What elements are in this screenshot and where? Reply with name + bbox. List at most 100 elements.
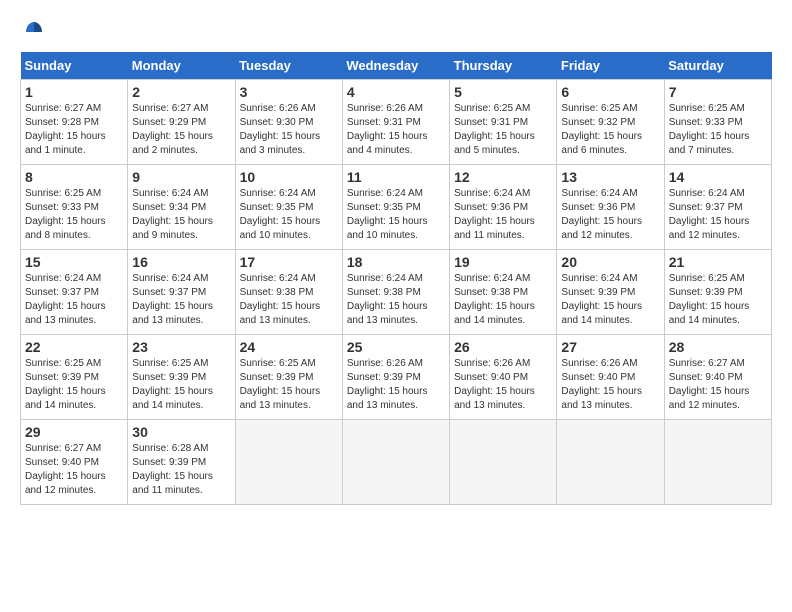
calendar-day-cell — [450, 420, 557, 505]
calendar-day-cell: 25 Sunrise: 6:26 AMSunset: 9:39 PMDayligh… — [342, 335, 449, 420]
day-info: Sunrise: 6:26 AMSunset: 9:31 PMDaylight:… — [347, 102, 445, 158]
day-number: 3 — [240, 84, 338, 100]
day-number: 29 — [25, 424, 123, 440]
day-info: Sunrise: 6:26 AMSunset: 9:40 PMDaylight:… — [454, 357, 552, 413]
day-number: 19 — [454, 254, 552, 270]
day-number: 9 — [132, 169, 230, 185]
day-number: 17 — [240, 254, 338, 270]
calendar-day-cell — [342, 420, 449, 505]
page-header — [20, 20, 772, 44]
day-number: 5 — [454, 84, 552, 100]
day-info: Sunrise: 6:25 AMSunset: 9:39 PMDaylight:… — [240, 357, 338, 413]
calendar-day-cell: 10Sunrise: 6:24 AMSunset: 9:35 PMDayligh… — [235, 165, 342, 250]
calendar-day-cell: 9 Sunrise: 6:24 AMSunset: 9:34 PMDaylight… — [128, 165, 235, 250]
day-number: 25 — [347, 339, 445, 355]
calendar-day-cell: 22 Sunrise: 6:25 AMSunset: 9:39 PMDayligh… — [21, 335, 128, 420]
calendar-day-cell: 21Sunrise: 6:25 AMSunset: 9:39 PMDayligh… — [664, 250, 771, 335]
weekday-header: Tuesday — [235, 52, 342, 80]
weekday-header: Sunday — [21, 52, 128, 80]
day-info: Sunrise: 6:24 AMSunset: 9:37 PMDaylight:… — [25, 272, 123, 328]
day-info: Sunrise: 6:24 AMSunset: 9:34 PMDaylight:… — [132, 187, 230, 243]
day-number: 11 — [347, 169, 445, 185]
day-number: 6 — [561, 84, 659, 100]
calendar-day-cell: 23Sunrise: 6:25 AMSunset: 9:39 PMDayligh… — [128, 335, 235, 420]
calendar-day-cell: 20Sunrise: 6:24 AMSunset: 9:39 PMDayligh… — [557, 250, 664, 335]
day-number: 8 — [25, 169, 123, 185]
weekday-header: Saturday — [664, 52, 771, 80]
day-info: Sunrise: 6:27 AMSunset: 9:29 PMDaylight:… — [132, 102, 230, 158]
day-number: 1 — [25, 84, 123, 100]
day-number: 28 — [669, 339, 767, 355]
calendar-day-cell: 11 Sunrise: 6:24 AMSunset: 9:35 PMDayligh… — [342, 165, 449, 250]
calendar-day-cell — [664, 420, 771, 505]
day-info: Sunrise: 6:27 AMSunset: 9:40 PMDaylight:… — [25, 442, 123, 498]
day-number: 18 — [347, 254, 445, 270]
calendar-day-cell: 16 Sunrise: 6:24 AMSunset: 9:37 PMDayligh… — [128, 250, 235, 335]
calendar-day-cell: 18 Sunrise: 6:24 AMSunset: 9:38 PMDayligh… — [342, 250, 449, 335]
calendar-day-cell: 14 Sunrise: 6:24 AMSunset: 9:37 PMDayligh… — [664, 165, 771, 250]
day-number: 16 — [132, 254, 230, 270]
day-info: Sunrise: 6:24 AMSunset: 9:35 PMDaylight:… — [240, 187, 338, 243]
logo — [20, 20, 46, 44]
day-number: 21 — [669, 254, 767, 270]
calendar-day-cell: 4 Sunrise: 6:26 AMSunset: 9:31 PMDaylight… — [342, 80, 449, 165]
calendar-week-row: 15 Sunrise: 6:24 AMSunset: 9:37 PMDayligh… — [21, 250, 772, 335]
calendar-day-cell: 13 Sunrise: 6:24 AMSunset: 9:36 PMDayligh… — [557, 165, 664, 250]
day-number: 23 — [132, 339, 230, 355]
calendar-day-cell: 8 Sunrise: 6:25 AMSunset: 9:33 PMDaylight… — [21, 165, 128, 250]
calendar-week-row: 29 Sunrise: 6:27 AMSunset: 9:40 PMDayligh… — [21, 420, 772, 505]
day-number: 4 — [347, 84, 445, 100]
calendar-day-cell: 5Sunrise: 6:25 AMSunset: 9:31 PMDaylight… — [450, 80, 557, 165]
calendar-week-row: 1 Sunrise: 6:27 AMSunset: 9:28 PMDaylight… — [21, 80, 772, 165]
day-number: 26 — [454, 339, 552, 355]
day-number: 27 — [561, 339, 659, 355]
day-info: Sunrise: 6:24 AMSunset: 9:37 PMDaylight:… — [132, 272, 230, 328]
day-info: Sunrise: 6:25 AMSunset: 9:32 PMDaylight:… — [561, 102, 659, 158]
day-info: Sunrise: 6:24 AMSunset: 9:38 PMDaylight:… — [347, 272, 445, 328]
calendar-day-cell: 19 Sunrise: 6:24 AMSunset: 9:38 PMDayligh… — [450, 250, 557, 335]
day-number: 15 — [25, 254, 123, 270]
day-info: Sunrise: 6:24 AMSunset: 9:36 PMDaylight:… — [454, 187, 552, 243]
weekday-header: Thursday — [450, 52, 557, 80]
day-info: Sunrise: 6:28 AMSunset: 9:39 PMDaylight:… — [132, 442, 230, 498]
day-number: 7 — [669, 84, 767, 100]
calendar-day-cell: 29 Sunrise: 6:27 AMSunset: 9:40 PMDayligh… — [21, 420, 128, 505]
day-info: Sunrise: 6:24 AMSunset: 9:39 PMDaylight:… — [561, 272, 659, 328]
calendar-header-row: SundayMondayTuesdayWednesdayThursdayFrid… — [21, 52, 772, 80]
calendar-day-cell: 7 Sunrise: 6:25 AMSunset: 9:33 PMDaylight… — [664, 80, 771, 165]
day-info: Sunrise: 6:27 AMSunset: 9:40 PMDaylight:… — [669, 357, 767, 413]
calendar-day-cell: 15 Sunrise: 6:24 AMSunset: 9:37 PMDayligh… — [21, 250, 128, 335]
day-info: Sunrise: 6:25 AMSunset: 9:33 PMDaylight:… — [25, 187, 123, 243]
calendar-day-cell: 2Sunrise: 6:27 AMSunset: 9:29 PMDaylight… — [128, 80, 235, 165]
day-info: Sunrise: 6:26 AMSunset: 9:39 PMDaylight:… — [347, 357, 445, 413]
calendar-day-cell: 1 Sunrise: 6:27 AMSunset: 9:28 PMDaylight… — [21, 80, 128, 165]
calendar-week-row: 22 Sunrise: 6:25 AMSunset: 9:39 PMDayligh… — [21, 335, 772, 420]
day-info: Sunrise: 6:25 AMSunset: 9:39 PMDaylight:… — [25, 357, 123, 413]
weekday-header: Wednesday — [342, 52, 449, 80]
day-number: 12 — [454, 169, 552, 185]
day-info: Sunrise: 6:24 AMSunset: 9:37 PMDaylight:… — [669, 187, 767, 243]
day-info: Sunrise: 6:24 AMSunset: 9:36 PMDaylight:… — [561, 187, 659, 243]
calendar-day-cell — [235, 420, 342, 505]
calendar-day-cell: 28 Sunrise: 6:27 AMSunset: 9:40 PMDayligh… — [664, 335, 771, 420]
calendar-week-row: 8 Sunrise: 6:25 AMSunset: 9:33 PMDaylight… — [21, 165, 772, 250]
day-info: Sunrise: 6:24 AMSunset: 9:38 PMDaylight:… — [454, 272, 552, 328]
day-info: Sunrise: 6:24 AMSunset: 9:35 PMDaylight:… — [347, 187, 445, 243]
calendar-day-cell: 26 Sunrise: 6:26 AMSunset: 9:40 PMDayligh… — [450, 335, 557, 420]
day-info: Sunrise: 6:27 AMSunset: 9:28 PMDaylight:… — [25, 102, 123, 158]
calendar-day-cell: 12 Sunrise: 6:24 AMSunset: 9:36 PMDayligh… — [450, 165, 557, 250]
calendar-day-cell: 27Sunrise: 6:26 AMSunset: 9:40 PMDayligh… — [557, 335, 664, 420]
weekday-header: Friday — [557, 52, 664, 80]
calendar-day-cell: 24Sunrise: 6:25 AMSunset: 9:39 PMDayligh… — [235, 335, 342, 420]
calendar-day-cell: 6 Sunrise: 6:25 AMSunset: 9:32 PMDaylight… — [557, 80, 664, 165]
day-number: 30 — [132, 424, 230, 440]
logo-icon — [22, 20, 46, 44]
day-info: Sunrise: 6:25 AMSunset: 9:33 PMDaylight:… — [669, 102, 767, 158]
day-info: Sunrise: 6:26 AMSunset: 9:30 PMDaylight:… — [240, 102, 338, 158]
day-number: 13 — [561, 169, 659, 185]
day-number: 14 — [669, 169, 767, 185]
calendar-day-cell: 17Sunrise: 6:24 AMSunset: 9:38 PMDayligh… — [235, 250, 342, 335]
calendar-day-cell: 3 Sunrise: 6:26 AMSunset: 9:30 PMDaylight… — [235, 80, 342, 165]
day-number: 22 — [25, 339, 123, 355]
calendar-day-cell: 30 Sunrise: 6:28 AMSunset: 9:39 PMDayligh… — [128, 420, 235, 505]
